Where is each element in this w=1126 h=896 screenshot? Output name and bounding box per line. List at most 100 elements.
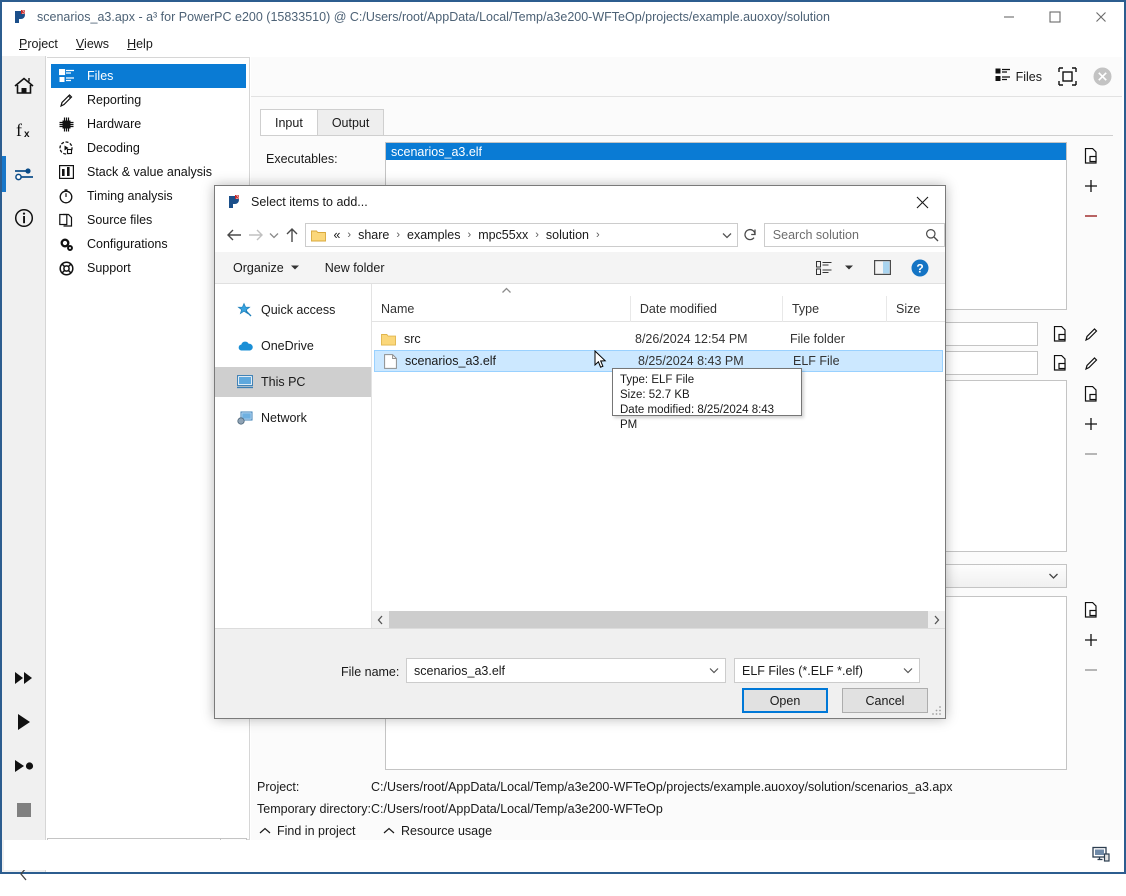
browse-file-icon-1[interactable] [1079, 144, 1103, 168]
chevron-down-icon[interactable] [267, 223, 282, 247]
chevron-down-icon[interactable] [703, 667, 725, 674]
minimize-button[interactable] [986, 2, 1032, 31]
view-list-icon[interactable] [809, 252, 839, 284]
add-icon-1[interactable] [1079, 174, 1103, 198]
resize-grip[interactable] [930, 704, 942, 716]
edit-icon-1[interactable] [1079, 322, 1103, 346]
close-circle-icon[interactable] [1093, 67, 1112, 86]
add-icon-2[interactable] [1079, 412, 1103, 436]
chevron-right-icon[interactable] [928, 611, 945, 628]
column-header-size[interactable]: Size [886, 295, 945, 322]
horizontal-scrollbar[interactable] [372, 611, 945, 628]
maximize-button[interactable] [1032, 2, 1078, 31]
column-header-type[interactable]: Type [781, 295, 886, 322]
sidebar-item-decoding[interactable]: Decoding [51, 136, 246, 160]
address-dropdown-icon[interactable] [717, 232, 737, 239]
search-box[interactable]: Search solution [763, 223, 945, 247]
arrow-right-icon[interactable] [245, 223, 267, 247]
chevron-down-icon[interactable] [897, 667, 919, 674]
expander-resource-usage[interactable]: Resource usage [383, 824, 492, 838]
expander-find-in-project[interactable]: Find in project [259, 824, 356, 838]
menu-item-help-label: elp [136, 36, 153, 51]
edit-icon-2[interactable] [1079, 351, 1103, 375]
svg-text:f: f [16, 120, 22, 140]
view-caret-down-icon[interactable] [839, 252, 859, 284]
play-icon[interactable] [2, 700, 46, 744]
function-icon[interactable]: f x [2, 108, 46, 152]
breadcrumb-root[interactable]: « [331, 228, 342, 242]
arrow-left-icon[interactable] [223, 223, 245, 247]
executables-label: Executables: [266, 152, 338, 166]
place-onedrive[interactable]: OneDrive [215, 331, 371, 361]
remove-icon-3[interactable] [1079, 658, 1103, 682]
arrow-up-icon[interactable] [282, 223, 304, 247]
remote-monitor-icon[interactable] [1092, 846, 1110, 865]
add-icon-3[interactable] [1079, 628, 1103, 652]
close-button[interactable] [1078, 2, 1124, 31]
organize-button[interactable]: Organize [215, 252, 309, 284]
cancel-button[interactable]: Cancel [842, 688, 928, 713]
menu-item-project[interactable]: Project [10, 34, 67, 54]
new-folder-button[interactable]: New folder [309, 252, 395, 284]
address-bar[interactable]: « › share › examples › mpc55xx › solutio… [305, 223, 739, 247]
sidebar-item-source-files-label: Source files [87, 213, 153, 227]
remove-icon-2[interactable] [1079, 442, 1103, 466]
tooltip-type: Type: ELF File [620, 374, 695, 386]
breadcrumb-solution[interactable]: solution [544, 228, 591, 242]
preview-pane-icon[interactable] [867, 252, 897, 284]
dialog-close-button[interactable] [900, 186, 945, 218]
browse-file-icon-3[interactable] [1048, 351, 1072, 375]
sidebar-item-support-label: Support [87, 261, 131, 275]
menu-item-help[interactable]: Help [118, 34, 162, 54]
dialog-title-bar: 3 Select items to add... [215, 186, 945, 218]
folder-icon [381, 333, 396, 346]
sidebar-item-hardware[interactable]: Hardware [51, 112, 246, 136]
home-icon[interactable] [2, 64, 46, 108]
file-type-select[interactable]: ELF Files (*.ELF *.elf) [734, 658, 920, 683]
tab-output[interactable]: Output [316, 109, 385, 135]
breadcrumb-separator-icon: › [535, 229, 539, 241]
sidebar-item-files[interactable]: Files [51, 64, 246, 88]
sidebar-item-stack-value-analysis[interactable]: Stack & value analysis [51, 160, 246, 184]
sidebar-item-reporting[interactable]: Reporting [51, 88, 246, 112]
dialog-footer: File name: scenarios_a3.elf ELF Files (*… [215, 628, 945, 718]
place-quick-access[interactable]: Quick access [215, 295, 371, 325]
file-name-input[interactable]: scenarios_a3.elf [406, 658, 726, 683]
menu-item-views[interactable]: Views [67, 34, 118, 54]
folder-icon [311, 229, 327, 242]
executables-selected-item[interactable]: scenarios_a3.elf [386, 143, 1066, 160]
info-icon[interactable] [2, 196, 46, 240]
column-header-date-modified[interactable]: Date modified [629, 295, 782, 322]
tooltip-date: Date modified: 8/25/2024 8:43 PM [620, 404, 775, 431]
search-input[interactable]: Search solution [765, 228, 920, 242]
detach-icon[interactable] [1058, 67, 1077, 86]
stop-icon[interactable] [2, 788, 46, 832]
sidebar-item-reporting-label: Reporting [87, 93, 142, 107]
tab-input[interactable]: Input [260, 109, 318, 135]
chevron-left-icon[interactable] [372, 611, 389, 628]
file-row-src[interactable]: src 8/26/2024 12:54 PM File folder [372, 328, 945, 350]
place-network[interactable]: Network [215, 403, 371, 433]
browse-file-icon-5[interactable] [1079, 598, 1103, 622]
browse-file-icon-2[interactable] [1048, 322, 1072, 346]
breadcrumb-examples[interactable]: examples [405, 228, 463, 242]
menu-bar: Project Views Help [2, 31, 1124, 56]
sidebar-item-timing-analysis-label: Timing analysis [87, 189, 173, 203]
expander-find-in-project-label: Find in project [277, 824, 356, 838]
remove-icon-1[interactable] [1079, 204, 1103, 228]
settings-sliders-icon[interactable] [2, 152, 46, 196]
play-to-icon[interactable] [2, 744, 46, 788]
scrollbar-thumb[interactable] [389, 611, 928, 628]
fast-forward-icon[interactable] [2, 656, 46, 700]
organize-label: Organize [233, 260, 284, 275]
column-header-name[interactable]: Name [372, 296, 630, 322]
breadcrumb-share[interactable]: share [356, 228, 391, 242]
breadcrumb-mpc55xx[interactable]: mpc55xx [476, 228, 530, 242]
place-this-pc[interactable]: This PC [215, 367, 371, 397]
browse-file-icon-4[interactable] [1079, 382, 1103, 406]
open-button[interactable]: Open [742, 688, 828, 713]
refresh-icon[interactable] [738, 223, 762, 247]
caret-down-icon [290, 265, 299, 270]
help-icon[interactable]: ? [905, 252, 935, 284]
menu-item-project-label: roject [27, 36, 58, 51]
